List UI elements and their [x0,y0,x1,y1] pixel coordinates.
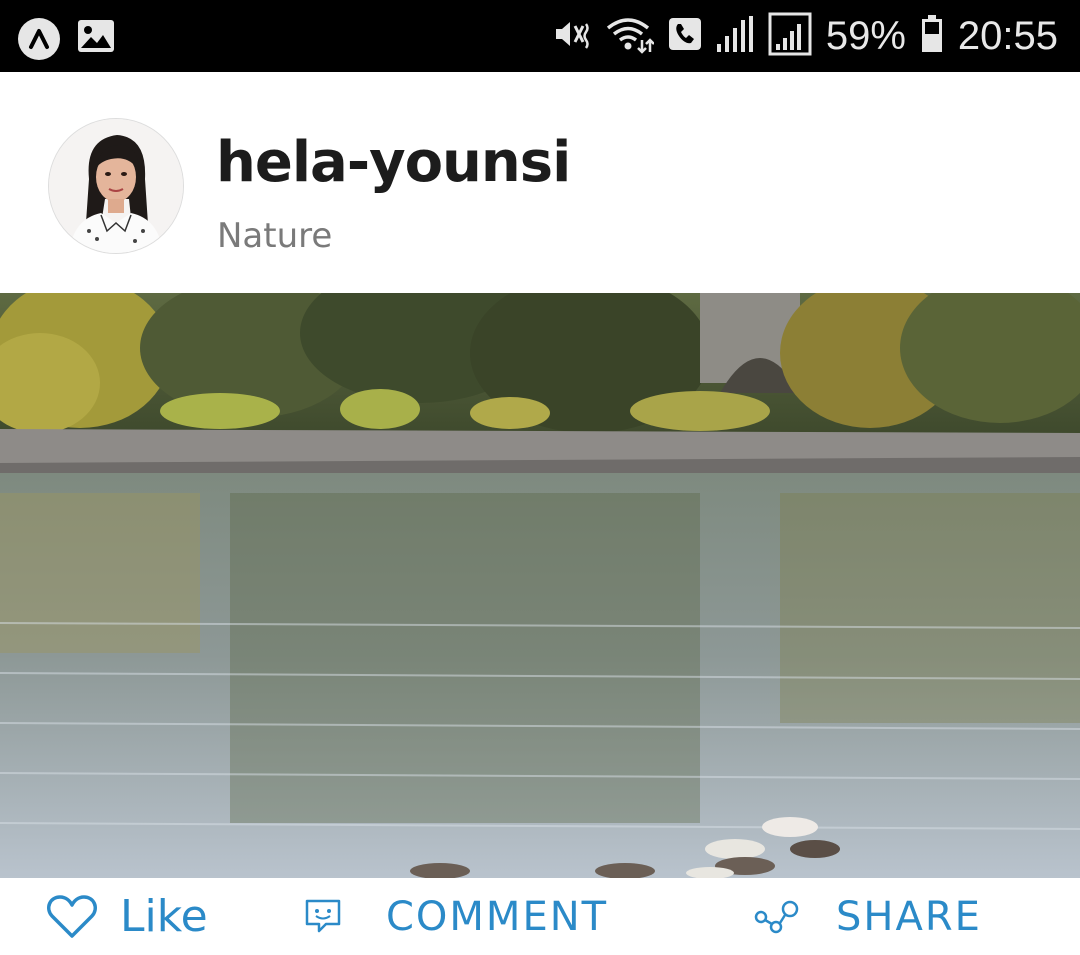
comment-icon [304,898,342,936]
comment-label: COMMENT [386,893,609,940]
battery-percent: 59% [825,13,906,58]
avatar[interactable] [48,118,184,254]
like-label: Like [120,891,208,942]
comment-button[interactable]: COMMENT [304,878,608,955]
post-category[interactable]: Nature [217,216,332,256]
battery-icon [920,14,944,59]
username[interactable]: hela-younsi [216,130,571,195]
status-bar-left [18,16,116,61]
post-card: hela-younsi Nature Like COMMENT SHARE [0,72,1080,955]
post-photo[interactable] [0,293,1080,878]
share-label: SHARE [836,893,982,940]
like-button[interactable]: Like [46,878,208,955]
status-bar-right: 59% 20:55 [552,10,1058,62]
signal-icon [716,14,754,59]
app-icon [18,17,60,60]
wifi-icon [606,14,655,59]
share-button[interactable]: SHARE [752,878,982,955]
status-bar: 59% 20:55 [0,0,1080,72]
gallery-icon [76,16,116,61]
heart-icon [46,894,98,940]
clock: 20:55 [957,13,1058,58]
post-actions: Like COMMENT SHARE [0,878,1080,955]
share-icon [752,897,800,937]
post-header: hela-younsi Nature [0,72,1080,293]
call-icon [668,17,702,56]
signal-icon-2 [768,12,812,61]
mute-vibrate-icon [552,14,592,59]
